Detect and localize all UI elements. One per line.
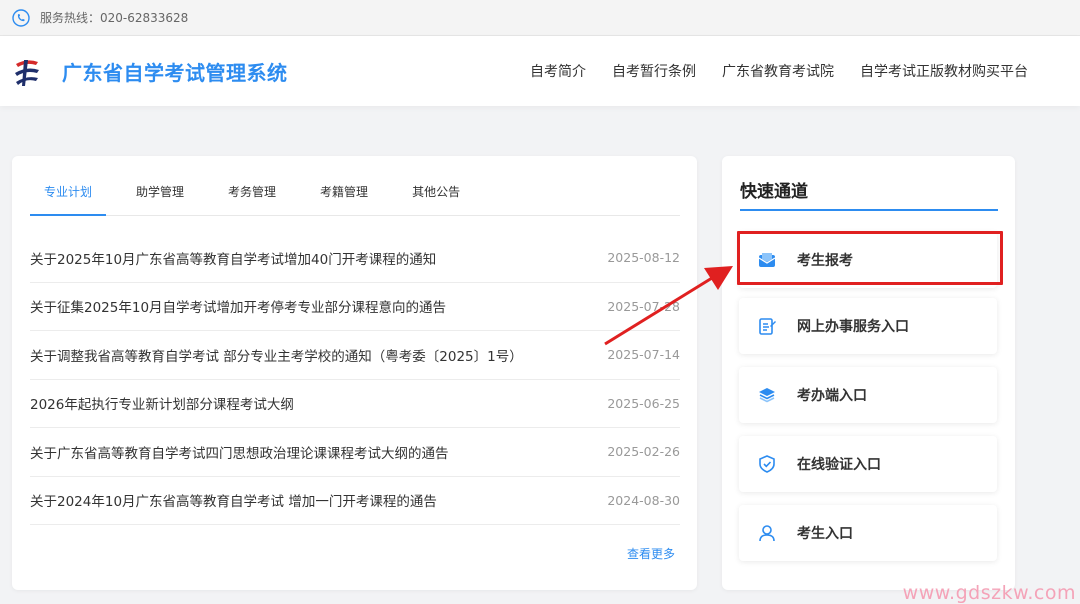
exam-office-button[interactable]: 考办端入口	[739, 367, 997, 423]
service-hotline: 服务热线：020-62833628	[40, 11, 189, 25]
quick-label: 在线验证入口	[797, 457, 881, 473]
news-date: 2025-07-14	[607, 347, 680, 363]
news-item[interactable]: 关于征集2025年10月自学考试增加开考停考专业部分课程意向的通告 2025-0…	[30, 283, 680, 331]
news-date: 2025-06-25	[607, 395, 680, 411]
news-title[interactable]: 关于征集2025年10月自学考试增加开考停考专业部分课程意向的通告	[30, 296, 446, 316]
main-nav: 自考简介 自考暂行条例 广东省教育考试院 自学考试正版教材购买平台	[530, 61, 1028, 81]
news-title[interactable]: 2026年起执行专业新计划部分课程考试大纲	[30, 393, 294, 413]
quick-access-panel: 快速通道 考生报考 网上办事服务入口 考办端入口 在线验证入口 考生入口	[722, 156, 1015, 590]
news-item[interactable]: 关于2025年10月广东省高等教育自学考试增加40门开考课程的通知 2025-0…	[30, 234, 680, 283]
online-service-button[interactable]: 网上办事服务入口	[739, 298, 997, 354]
nav-exam-institute[interactable]: 广东省教育考试院	[722, 61, 834, 81]
layers-icon	[759, 388, 775, 403]
news-title[interactable]: 关于广东省高等教育自学考试四门思想政治理论课课程考试大纲的通告	[30, 442, 449, 462]
news-item[interactable]: 关于广东省高等教育自学考试四门思想政治理论课课程考试大纲的通告 2025-02-…	[30, 428, 680, 477]
quick-access-underline	[740, 209, 998, 211]
quick-label: 考生入口	[797, 526, 853, 542]
news-title[interactable]: 关于2025年10月广东省高等教育自学考试增加40门开考课程的通知	[30, 248, 436, 268]
site-logo[interactable]	[12, 56, 42, 88]
news-title[interactable]: 关于2024年10月广东省高等教育自学考试 增加一门开考课程的通告	[30, 490, 437, 510]
site-header: 广东省自学考试管理系统 自考简介 自考暂行条例 广东省教育考试院 自学考试正版教…	[0, 36, 1080, 106]
news-panel: 专业计划 助学管理 考务管理 考籍管理 其他公告 关于2025年10月广东省高等…	[12, 156, 697, 590]
quick-label: 网上办事服务入口	[797, 319, 909, 335]
nav-intro[interactable]: 自考简介	[530, 61, 586, 81]
news-item[interactable]: 2026年起执行专业新计划部分课程考试大纲 2025-06-25	[30, 380, 680, 428]
news-date: 2025-02-26	[607, 444, 680, 460]
student-entry-button[interactable]: 考生入口	[739, 505, 997, 561]
news-date: 2024-08-30	[607, 492, 680, 508]
news-list: 关于2025年10月广东省高等教育自学考试增加40门开考课程的通知 2025-0…	[30, 234, 680, 525]
top-bar: 服务热线：020-62833628	[0, 0, 1080, 36]
nav-regulations[interactable]: 自考暂行条例	[612, 61, 696, 81]
tab-other-notices[interactable]: 其他公告	[398, 174, 474, 216]
tab-study-support[interactable]: 助学管理	[122, 174, 198, 216]
news-date: 2025-08-12	[607, 250, 680, 266]
quick-access-title: 快速通道	[740, 182, 808, 202]
watermark: www.gdszkw.com	[902, 582, 1076, 604]
quick-label: 考生报考	[797, 253, 853, 269]
news-date: 2025-07-28	[607, 298, 680, 314]
tab-student-records[interactable]: 考籍管理	[306, 174, 382, 216]
shield-check-icon	[759, 455, 775, 473]
envelope-icon	[758, 253, 776, 267]
tab-professional-plan[interactable]: 专业计划	[30, 174, 107, 216]
view-more-link[interactable]: 查看更多	[627, 545, 675, 562]
quick-label: 考办端入口	[797, 388, 867, 404]
phone-icon	[12, 8, 30, 27]
exam-registration-button[interactable]: 考生报考	[739, 232, 997, 288]
news-tabs: 专业计划 助学管理 考务管理 考籍管理 其他公告	[30, 174, 680, 216]
user-icon	[759, 525, 775, 542]
news-title[interactable]: 关于调整我省高等教育自学考试 部分专业主考学校的通知（粤考委〔2025〕1号）	[30, 345, 523, 365]
news-item[interactable]: 关于调整我省高等教育自学考试 部分专业主考学校的通知（粤考委〔2025〕1号） …	[30, 331, 680, 380]
nav-textbook-platform[interactable]: 自学考试正版教材购买平台	[860, 61, 1028, 81]
document-edit-icon	[759, 318, 776, 335]
online-verification-button[interactable]: 在线验证入口	[739, 436, 997, 492]
news-item[interactable]: 关于2024年10月广东省高等教育自学考试 增加一门开考课程的通告 2024-0…	[30, 477, 680, 525]
site-title[interactable]: 广东省自学考试管理系统	[62, 57, 288, 86]
tab-exam-affairs[interactable]: 考务管理	[214, 174, 290, 216]
